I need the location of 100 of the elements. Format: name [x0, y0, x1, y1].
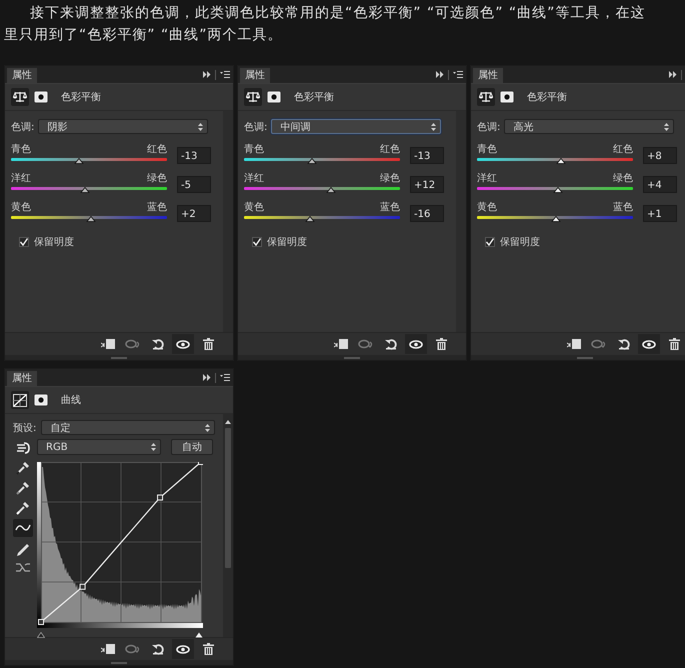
slider-track[interactable]: [477, 216, 633, 219]
slider-track[interactable]: [11, 187, 167, 190]
value-field[interactable]: +8: [643, 147, 677, 164]
checkbox-label: 保留明度: [267, 236, 307, 249]
properties-tab[interactable]: 属性: [7, 371, 37, 386]
panel-title: 曲线: [61, 394, 81, 407]
checkbox-label: 保留明度: [34, 236, 74, 249]
value-field[interactable]: -13: [410, 147, 444, 164]
slider-label: 绿色: [613, 173, 633, 185]
caret-icon: [664, 122, 670, 130]
tone-dropdown[interactable]: 中间调: [271, 119, 442, 134]
slider-track[interactable]: [244, 187, 400, 190]
slider-thumb[interactable]: [307, 158, 316, 164]
preserve-luminosity-checkbox[interactable]: [252, 237, 262, 247]
curve-tool-icon[interactable]: [13, 519, 33, 537]
caret-icon: [151, 443, 156, 451]
slider-thumb[interactable]: [556, 158, 566, 164]
visibility-button[interactable]: [172, 334, 194, 354]
menu-icon: [453, 71, 463, 78]
check-icon: [20, 238, 28, 246]
properties-tab[interactable]: 属性: [473, 68, 503, 83]
check-icon: [253, 238, 261, 246]
caret-icon: [198, 122, 204, 130]
visibility-button[interactable]: [172, 639, 194, 659]
intro-paragraph: 接下来调整整张的色调，此类调色比较常用的是“色彩平衡” “可选颜色” “曲线”等工具，在这里只用到了“色彩平衡” “曲线”两个工具。: [4, 4, 646, 45]
scrollbar[interactable]: [223, 414, 233, 637]
preset-label: 预设:: [13, 422, 36, 434]
value-field[interactable]: +2: [177, 205, 211, 222]
eye-icon: [176, 644, 190, 654]
value-field[interactable]: -13: [177, 147, 211, 164]
preserve-luminosity-checkbox[interactable]: [19, 237, 29, 247]
visibility-button[interactable]: [638, 334, 660, 354]
slider-track[interactable]: [477, 158, 633, 161]
value-field[interactable]: +4: [643, 176, 677, 193]
check-icon: [486, 238, 494, 246]
checkbox-label: 保留明度: [500, 236, 540, 249]
reset-icon: [152, 643, 164, 655]
slider-thumb[interactable]: [554, 187, 563, 193]
panel-title: 色彩平衡: [61, 91, 101, 104]
mask-icon: [500, 91, 514, 103]
slider-label: 红色: [147, 144, 167, 156]
panel-title: 色彩平衡: [527, 91, 567, 104]
tone-label: 色调:: [244, 120, 268, 134]
value-field[interactable]: -16: [410, 205, 444, 222]
clip-icon: [334, 338, 348, 350]
reset-icon: [618, 338, 630, 350]
properties-tab[interactable]: 属性: [7, 68, 37, 83]
slider-label: 黄色: [11, 202, 31, 214]
eye-icon: [409, 340, 423, 348]
slider-thumb[interactable]: [86, 216, 96, 222]
eye-icon: [176, 340, 190, 348]
collapse-icon: [203, 71, 211, 78]
tone-label: 色调:: [11, 120, 34, 134]
panel-title: 色彩平衡: [294, 91, 334, 104]
preset-dropdown[interactable]: 自定: [41, 420, 216, 435]
slider-track[interactable]: [244, 216, 400, 219]
menu-icon: [220, 374, 230, 381]
slider-label: 绿色: [380, 173, 400, 185]
properties-tab[interactable]: 属性: [240, 68, 270, 83]
slider-label: 绿色: [147, 173, 167, 185]
value-field[interactable]: -5: [177, 176, 211, 193]
preserve-luminosity-checkbox[interactable]: [485, 237, 495, 247]
slider-thumb[interactable]: [326, 187, 336, 193]
mask-icon: [267, 91, 281, 103]
reset-icon: [385, 338, 397, 350]
slider-track[interactable]: [244, 158, 400, 161]
eye-toggle-icon: [125, 644, 141, 654]
tone-label: 色调:: [477, 120, 500, 134]
slider-track[interactable]: [11, 216, 167, 219]
curve-graph-drawing[interactable]: [37, 462, 203, 628]
reset-icon: [152, 338, 164, 350]
eye-toggle-icon: [591, 339, 607, 349]
slider-thumb[interactable]: [80, 187, 90, 193]
channel-dropdown[interactable]: RGB: [37, 439, 161, 455]
tone-dropdown[interactable]: 阴影: [38, 119, 208, 134]
visibility-button[interactable]: [405, 334, 427, 354]
auto-button[interactable]: 自动: [171, 439, 213, 455]
collapse-icon: [669, 71, 677, 78]
slider-label: 蓝色: [613, 202, 633, 214]
clip-icon: [567, 338, 581, 350]
collapse-icon: [203, 374, 211, 381]
curves-icon: [13, 394, 27, 406]
menu-icon: [220, 71, 230, 78]
caret-icon: [431, 122, 436, 130]
value-field[interactable]: +12: [410, 176, 444, 193]
eye-icon: [642, 340, 656, 348]
value-field[interactable]: +1: [643, 205, 677, 222]
clip-icon: [101, 338, 115, 350]
tone-dropdown[interactable]: 高光: [504, 119, 674, 134]
slider-label: 洋红: [477, 173, 497, 185]
slider-thumb[interactable]: [74, 158, 84, 164]
balance-scale-icon: [13, 91, 27, 103]
trash-icon: [668, 338, 680, 350]
mask-icon: [34, 91, 48, 103]
slider-label: 洋红: [11, 173, 31, 185]
slider-track[interactable]: [11, 158, 167, 161]
slider-track[interactable]: [477, 187, 633, 190]
slider-thumb[interactable]: [305, 216, 314, 222]
slider-thumb[interactable]: [551, 216, 560, 222]
trash-icon: [436, 338, 446, 350]
